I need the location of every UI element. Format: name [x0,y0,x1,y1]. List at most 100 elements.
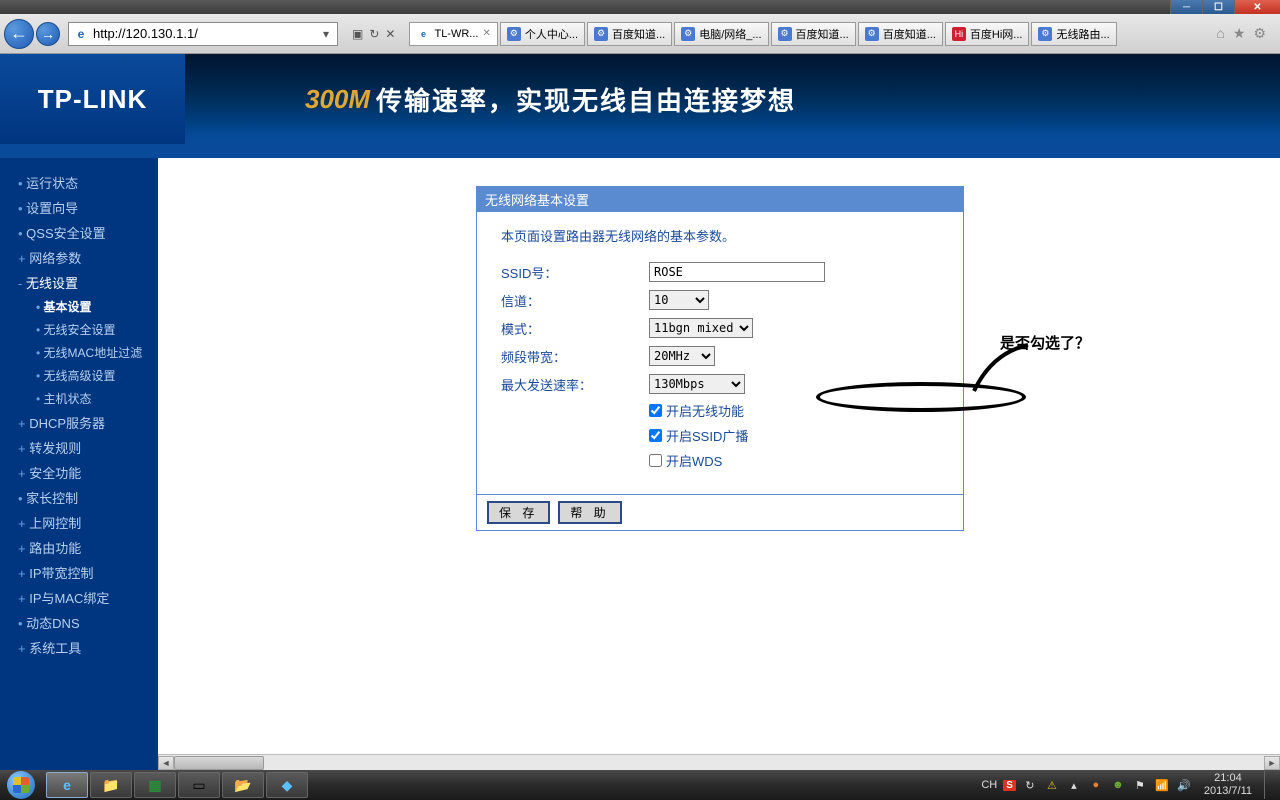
tray-show-hidden[interactable]: ▴ [1066,777,1082,793]
window-titlebar: ─ ☐ ✕ [0,0,1280,14]
browser-tab-6[interactable]: Hi百度Hi网... [945,22,1030,46]
tab-label: 个人中心... [525,26,578,42]
browser-tab-5[interactable]: ⚙百度知道... [858,22,943,46]
sidebar-item-12[interactable]: IP与MAC绑定 [0,585,158,610]
sidebar-subitem-4-0[interactable]: 基本设置 [0,295,158,318]
ime-indicator[interactable]: CH [981,779,997,791]
baike-icon: ⚙ [507,27,521,41]
enable-wds-label: 开启WDS [666,451,722,470]
browser-tab-2[interactable]: ⚙ 百度知道... [587,22,672,46]
sidebar-subitem-4-3[interactable]: 无线高级设置 [0,364,158,387]
taskbar-app2[interactable]: 📂 [222,772,264,798]
browser-toolbar: ← → e ▾ ▣ ↻ ✕ eTL-WR...✕⚙个人中心...⚙百度知道...… [0,14,1280,54]
ie-icon: e [73,26,89,42]
baike-icon: ⚙ [594,27,608,41]
sidebar-item-0[interactable]: 运行状态 [0,170,158,195]
sidebar-item-5[interactable]: DHCP服务器 [0,410,158,435]
home-icon[interactable]: ⌂ [1216,25,1224,42]
sidebar-item-14[interactable]: 系统工具 [0,635,158,660]
channel-select[interactable]: 10 [649,290,709,310]
taskbar-app1[interactable]: ▭ [178,772,220,798]
refresh-icon[interactable]: ↻ [369,27,379,41]
ssid-input[interactable] [649,262,825,282]
sidebar-item-11[interactable]: IP带宽控制 [0,560,158,585]
mode-label: 模式： [501,319,649,338]
ie-icon: e [416,27,430,41]
window-close-button[interactable]: ✕ [1234,0,1280,14]
tools-gear-icon[interactable]: ⚙ [1253,25,1266,42]
sidebar-item-1[interactable]: 设置向导 [0,195,158,220]
banner-slogan: 传输速率，实现无线自由连接梦想 [376,81,796,118]
address-bar[interactable]: e ▾ [68,22,338,46]
window-maximize-button[interactable]: ☐ [1202,0,1234,14]
window-minimize-button[interactable]: ─ [1170,0,1202,14]
bandwidth-select[interactable]: 20MHz [649,346,715,366]
sidebar-item-3[interactable]: 网络参数 [0,245,158,270]
sidebar-subitem-4-4[interactable]: 主机状态 [0,387,158,410]
browser-tab-1[interactable]: ⚙ 个人中心... [500,22,585,46]
forward-button[interactable]: → [36,22,60,46]
bandwidth-label: 频段带宽： [501,347,649,366]
content-area: 无线网络基本设置 本页面设置路由器无线网络的基本参数。 SSID号： 信道： 1… [158,158,1280,770]
tab-label: TL-WR... [434,28,478,40]
browser-tab-4[interactable]: ⚙百度知道... [771,22,856,46]
hi-icon: Hi [952,27,966,41]
browser-tab-7[interactable]: ⚙ 无线路由... [1031,22,1116,46]
back-button[interactable]: ← [4,19,34,49]
enable-ssid-broadcast-checkbox[interactable] [649,429,662,442]
taskbar-app3[interactable]: ◆ [266,772,308,798]
maxrate-label: 最大发送速率： [501,375,649,394]
sidebar-item-10[interactable]: 路由功能 [0,535,158,560]
tab-label: 百度知道... [612,26,665,42]
sidebar-subitem-4-2[interactable]: 无线MAC地址过滤 [0,341,158,364]
tab-label: 无线路由... [1056,26,1109,42]
show-desktop-button[interactable] [1264,771,1272,799]
channel-label: 信道： [501,291,649,310]
compat-icon[interactable]: ▣ [352,27,363,41]
maxrate-select[interactable]: 130Mbps [649,374,745,394]
browser-tab-3[interactable]: ⚙电脑/网络_... [674,22,768,46]
volume-icon[interactable]: 🔊 [1176,777,1192,793]
sidebar-subitem-4-1[interactable]: 无线安全设置 [0,318,158,341]
tray-icon-1[interactable]: ↻ [1022,777,1038,793]
help-button[interactable]: 帮 助 [558,501,621,524]
windows-taskbar: e 📁 ▦ ▭ 📂 ◆ CH S ↻ ⚠ ▴ ● ☻ ⚑ 📶 🔊 21:04 2… [0,770,1280,800]
horizontal-scrollbar[interactable]: ◄ ► [158,754,1280,770]
sidebar-item-6[interactable]: 转发规则 [0,435,158,460]
tab-close-icon[interactable]: ✕ [482,28,490,39]
baike-icon: ⚙ [865,27,879,41]
baike-icon: ⚙ [1038,27,1052,41]
enable-wds-checkbox[interactable] [649,454,662,467]
baike-icon: ⚙ [681,27,695,41]
sidebar-item-8[interactable]: 家长控制 [0,485,158,510]
mode-select[interactable]: 11bgn mixed [649,318,753,338]
enable-wireless-checkbox[interactable] [649,404,662,417]
url-dropdown-icon[interactable]: ▾ [319,27,333,41]
stop-icon[interactable]: ✕ [385,27,395,41]
favorites-icon[interactable]: ★ [1233,25,1246,42]
taskbar-excel[interactable]: ▦ [134,772,176,798]
sidebar-item-13[interactable]: 动态DNS [0,610,158,635]
taskbar-ie[interactable]: e [46,772,88,798]
tray-icon-3[interactable]: ● [1088,777,1104,793]
browser-tab-0[interactable]: e TL-WR... ✕ [409,22,497,46]
action-center-icon[interactable]: ⚑ [1132,777,1148,793]
tray-icon-2[interactable]: ⚠ [1044,777,1060,793]
taskbar-explorer[interactable]: 📁 [90,772,132,798]
sidebar-item-4[interactable]: 无线设置 [0,270,158,295]
save-button[interactable]: 保 存 [487,501,550,524]
system-tray: CH S ↻ ⚠ ▴ ● ☻ ⚑ 📶 🔊 21:04 2013/7/11 [973,771,1280,799]
scroll-right-arrow[interactable]: ► [1264,756,1280,770]
network-icon[interactable]: 📶 [1154,777,1170,793]
tray-icon-4[interactable]: ☻ [1110,777,1126,793]
sogou-ime-icon[interactable]: S [1003,780,1016,791]
url-input[interactable] [93,26,319,41]
scroll-thumb[interactable] [174,756,264,770]
sidebar-item-9[interactable]: 上网控制 [0,510,158,535]
annotation-text: 是否勾选了？ [1000,332,1090,353]
start-button[interactable] [0,770,42,800]
sidebar-item-7[interactable]: 安全功能 [0,460,158,485]
scroll-left-arrow[interactable]: ◄ [158,756,174,770]
sidebar-item-2[interactable]: QSS安全设置 [0,220,158,245]
tray-clock[interactable]: 21:04 2013/7/11 [1198,772,1258,798]
